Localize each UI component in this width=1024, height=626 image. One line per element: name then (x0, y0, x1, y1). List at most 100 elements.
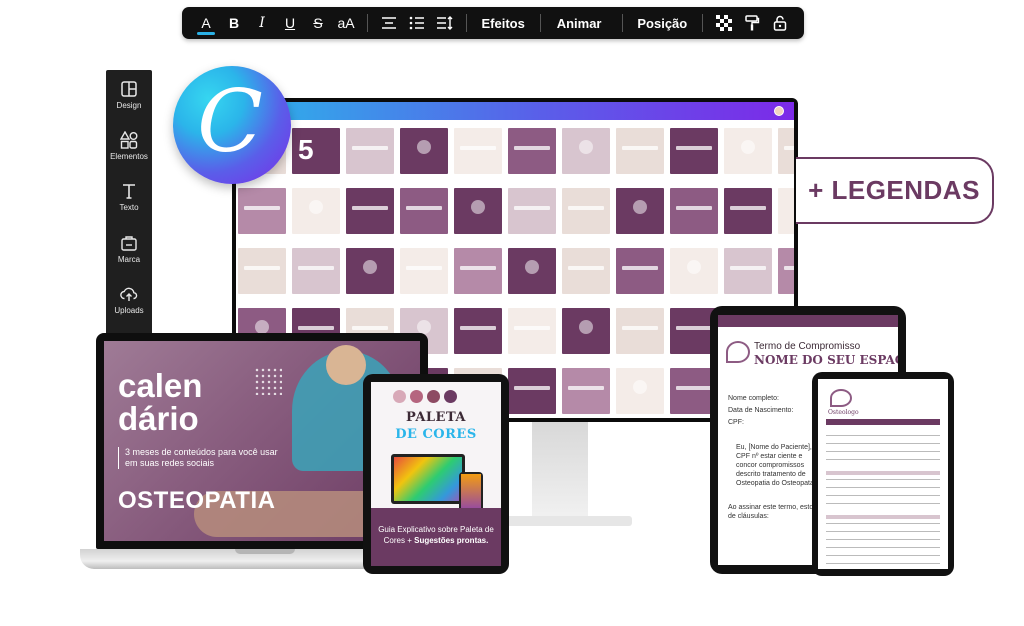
template-thumbnail[interactable] (616, 308, 664, 354)
text-placeholder (676, 326, 712, 330)
lock-icon[interactable] (766, 11, 794, 35)
line-spacing-icon[interactable] (431, 11, 459, 35)
template-thumbnail[interactable] (238, 188, 286, 234)
palette-footer: Guia Explicativo sobre Paleta de Cores +… (371, 508, 501, 566)
photo-placeholder (309, 200, 323, 214)
therapist-head (326, 345, 366, 385)
template-thumbnail[interactable] (508, 248, 556, 294)
template-thumbnail[interactable] (778, 248, 794, 294)
align-center-icon[interactable] (375, 11, 403, 35)
template-thumbnail[interactable] (508, 308, 556, 354)
line-spacing-icon-svg (436, 16, 453, 30)
template-thumbnail[interactable]: 5 (292, 128, 340, 174)
mini-laptop-image (391, 454, 465, 504)
text-placeholder (622, 326, 658, 330)
text-placeholder (730, 266, 766, 270)
template-thumbnail[interactable] (346, 188, 394, 234)
term-field-birth: Data de Nascimento: (728, 407, 794, 414)
text-placeholder (568, 386, 604, 390)
text-placeholder (568, 206, 604, 210)
toolbar-divider (539, 14, 541, 32)
template-thumbnail[interactable] (670, 128, 718, 174)
sidebar-item-design[interactable]: Design (106, 80, 152, 131)
paint-roller-icon[interactable] (738, 11, 766, 35)
palette-footer-line2: Cores + Sugestões prontas. (371, 535, 501, 546)
template-thumbnail[interactable] (562, 248, 610, 294)
form-line (826, 435, 940, 436)
editor-sidebar: Design Elementos Texto Marca Uploads (106, 70, 152, 336)
template-thumbnail[interactable] (292, 188, 340, 234)
template-thumbnail[interactable] (454, 188, 502, 234)
form-line (826, 487, 940, 488)
template-thumbnail[interactable] (346, 248, 394, 294)
template-thumbnail[interactable] (562, 368, 610, 414)
sidebar-item-uploads[interactable]: Uploads (106, 285, 152, 336)
template-thumbnail[interactable] (724, 248, 772, 294)
template-thumbnail[interactable] (400, 188, 448, 234)
template-thumbnail[interactable] (454, 248, 502, 294)
text-placeholder (784, 266, 794, 270)
underline-button[interactable]: U (276, 11, 304, 35)
position-button[interactable]: Posição (629, 16, 695, 31)
case-button[interactable]: aA (332, 11, 360, 35)
form-brand: Osteologo (828, 409, 859, 416)
photo-placeholder (255, 320, 269, 334)
template-thumbnail[interactable] (400, 128, 448, 174)
template-thumbnail[interactable] (562, 188, 610, 234)
template-thumbnail[interactable] (724, 188, 772, 234)
toolbar-divider (367, 14, 368, 32)
form-line (826, 443, 940, 444)
avatar[interactable] (774, 106, 784, 116)
template-thumbnail[interactable] (616, 368, 664, 414)
template-thumbnail[interactable] (616, 188, 664, 234)
italic-button[interactable]: I (248, 11, 276, 35)
effects-button[interactable]: Efeitos (474, 16, 533, 31)
dot-pattern (254, 367, 282, 395)
sidebar-item-label: Elementos (110, 152, 148, 162)
template-thumbnail[interactable] (616, 248, 664, 294)
monitor-stand-base (492, 516, 632, 526)
tile-number: 5 (298, 134, 314, 165)
template-thumbnail[interactable] (508, 368, 556, 414)
template-thumbnail[interactable] (292, 248, 340, 294)
calendar-title-line2: dário (118, 400, 199, 437)
template-thumbnail[interactable] (616, 128, 664, 174)
template-thumbnail[interactable] (238, 248, 286, 294)
text-color-button[interactable]: A (192, 11, 220, 35)
term-title: Termo de Compromisso (754, 341, 861, 352)
template-thumbnail[interactable] (400, 248, 448, 294)
animate-button[interactable]: Animar (548, 11, 615, 35)
template-thumbnail[interactable] (346, 128, 394, 174)
template-thumbnail[interactable] (508, 128, 556, 174)
text-placeholder (622, 146, 658, 150)
text-placeholder (784, 146, 794, 150)
template-thumbnail[interactable] (562, 308, 610, 354)
template-thumbnail[interactable] (508, 188, 556, 234)
anamnesis-form: Osteologo (818, 379, 948, 569)
bold-button[interactable]: B (220, 11, 248, 35)
text-placeholder (676, 386, 712, 390)
text-toolbar: A B I U S aA Efeitos Animar Posição (182, 7, 804, 39)
template-thumbnail[interactable] (562, 128, 610, 174)
sidebar-item-marca[interactable]: Marca (106, 234, 152, 285)
sidebar-item-texto[interactable]: Texto (106, 182, 152, 233)
leaf-logo-icon (726, 341, 750, 363)
animate-label: Animar (556, 15, 602, 31)
color-swatch (393, 390, 406, 403)
text-placeholder (406, 206, 442, 210)
template-thumbnail[interactable] (670, 248, 718, 294)
color-swatch (444, 390, 457, 403)
template-thumbnail[interactable] (454, 128, 502, 174)
transparency-icon[interactable] (710, 11, 738, 35)
strikethrough-button[interactable]: S (304, 11, 332, 35)
template-thumbnail[interactable] (778, 188, 794, 234)
template-thumbnail[interactable] (778, 128, 794, 174)
form-line (826, 539, 940, 540)
list-icon[interactable] (403, 11, 431, 35)
photo-placeholder (471, 200, 485, 214)
template-thumbnail[interactable] (724, 128, 772, 174)
template-thumbnail[interactable] (454, 308, 502, 354)
sidebar-item-elementos[interactable]: Elementos (106, 131, 152, 182)
photo-placeholder (417, 320, 431, 334)
template-thumbnail[interactable] (670, 188, 718, 234)
